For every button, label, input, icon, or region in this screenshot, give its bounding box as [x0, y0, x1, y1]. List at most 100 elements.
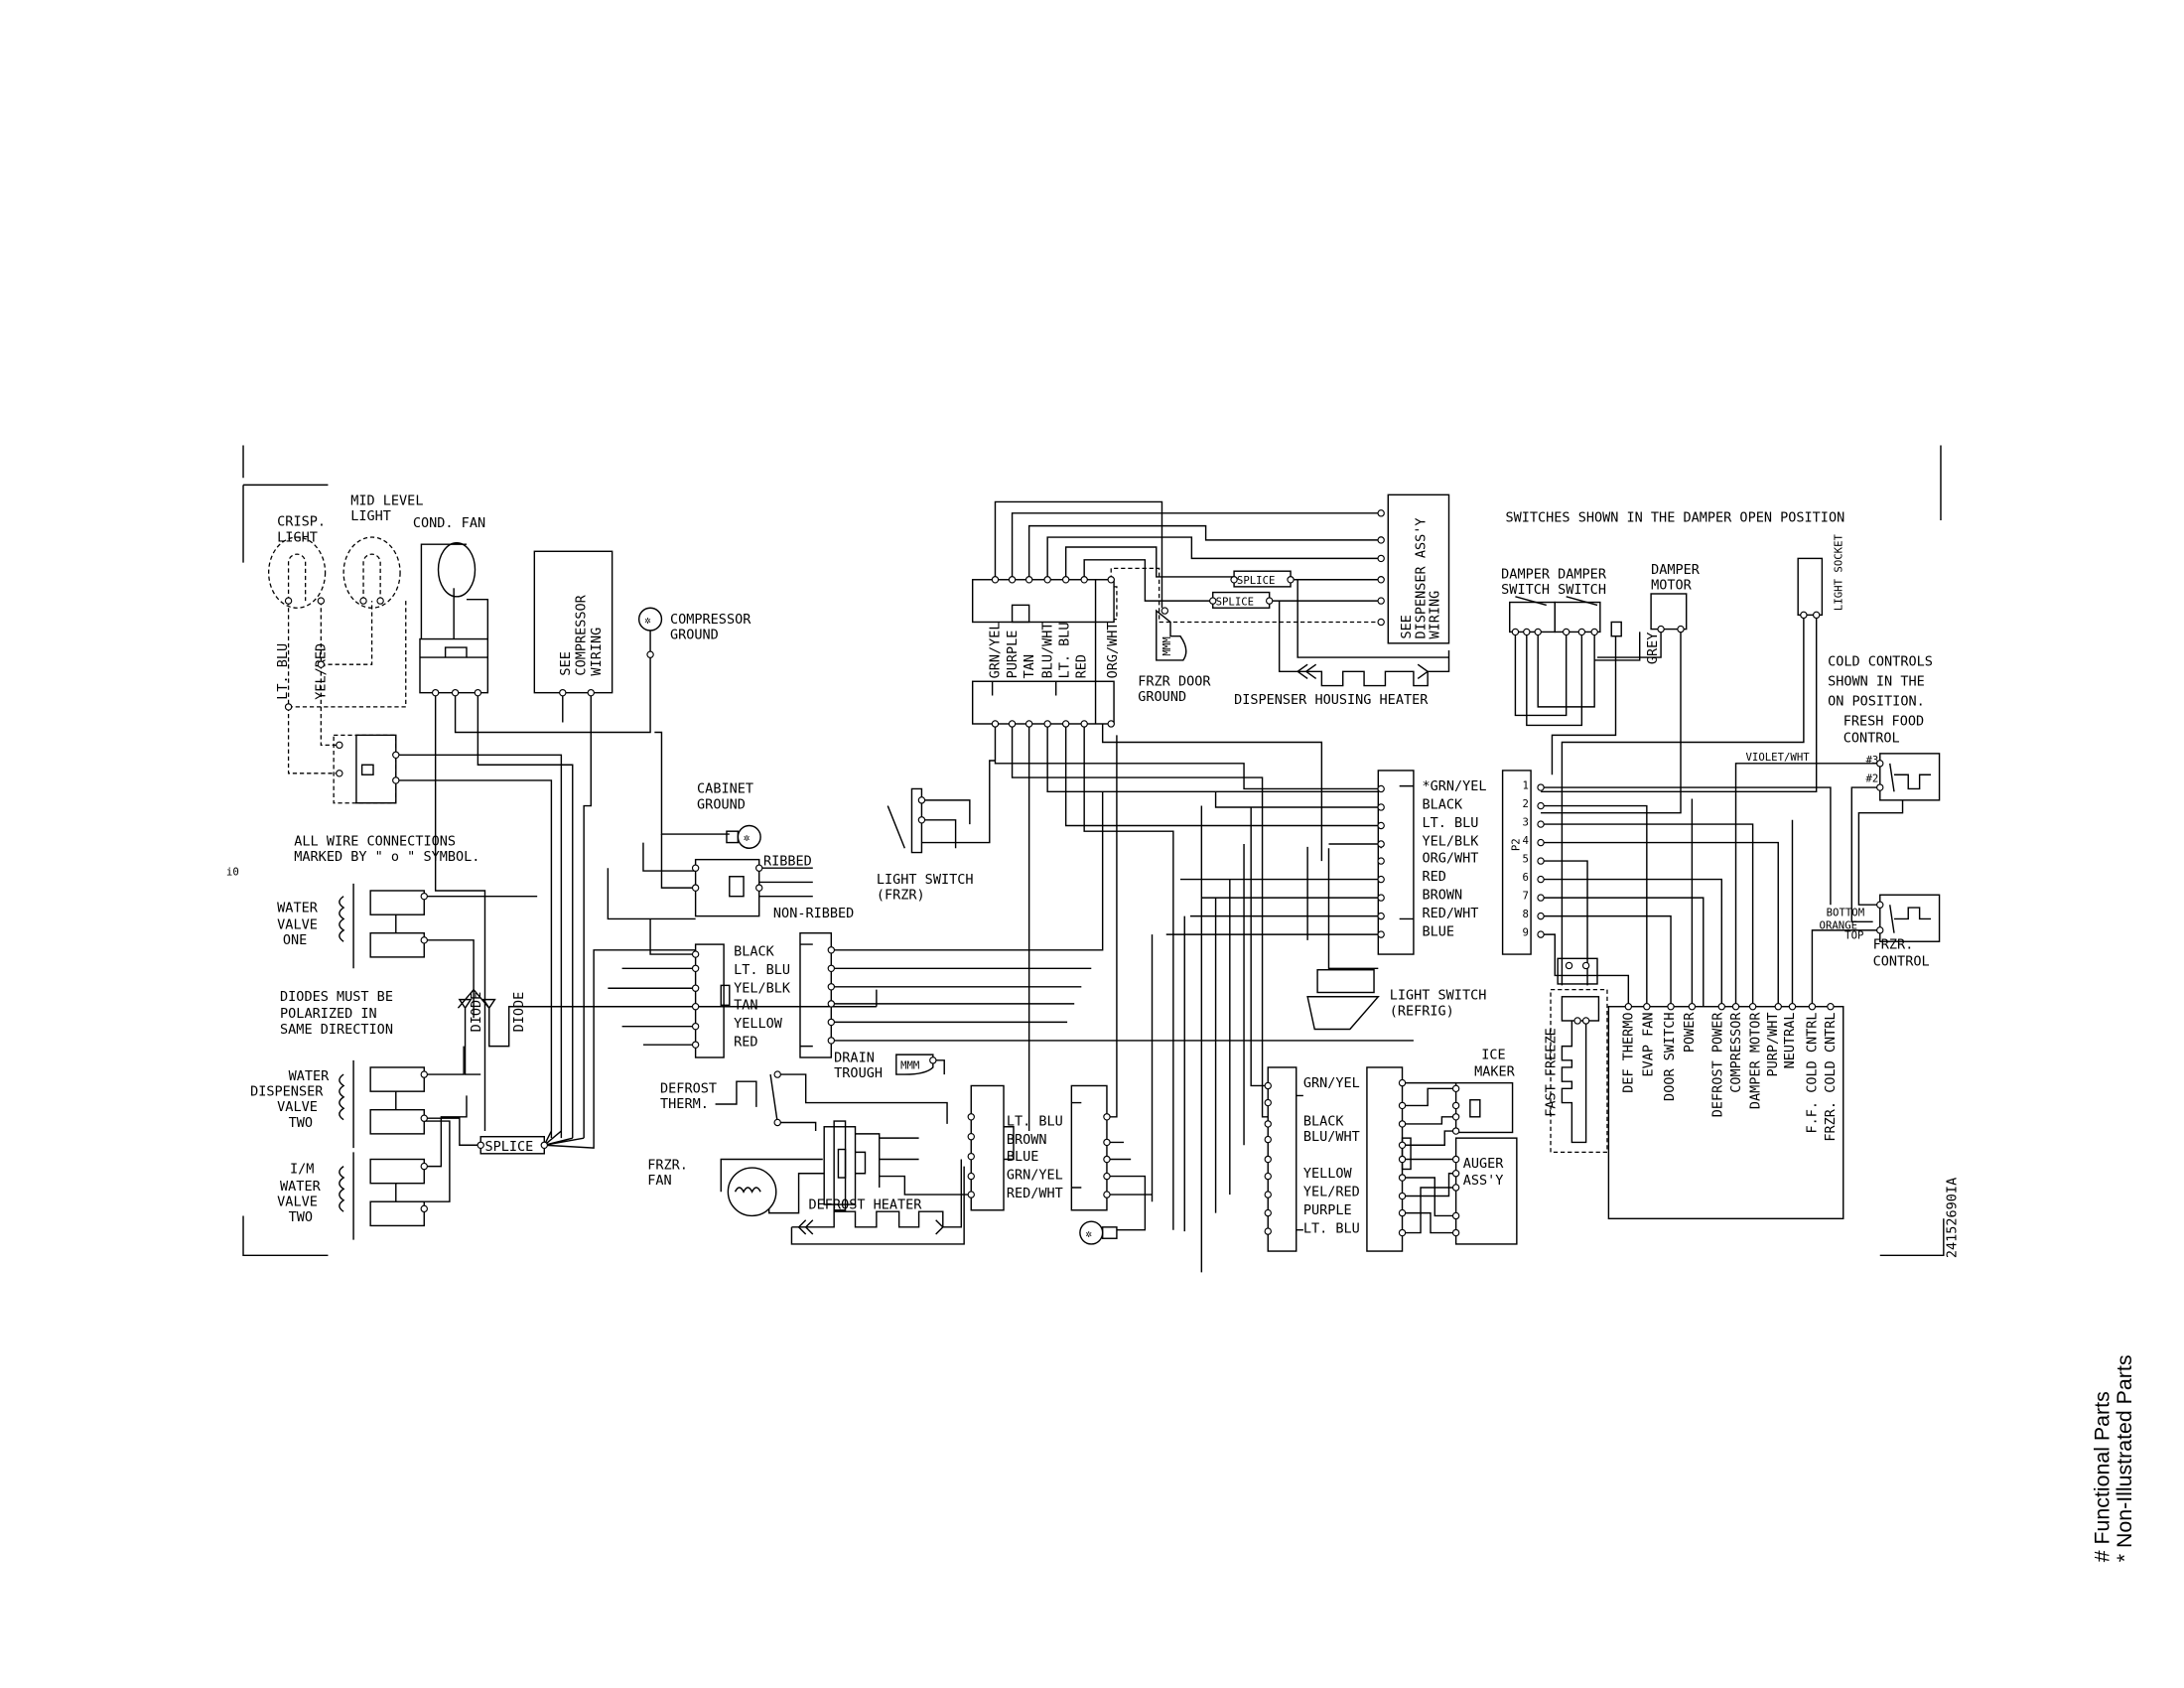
svg-text:SPLICE: SPLICE	[1216, 595, 1255, 608]
svg-text:GREY: GREY	[1645, 633, 1661, 665]
svg-text:ASS'Y: ASS'Y	[1463, 1173, 1504, 1189]
svg-text:AUGER: AUGER	[1463, 1156, 1505, 1172]
connection-dot	[1287, 576, 1295, 584]
svg-text:RED/WHT: RED/WHT	[1422, 906, 1478, 921]
svg-text:LIGHT: LIGHT	[350, 508, 391, 524]
connection-dot	[1209, 597, 1217, 605]
svg-text:(FRZR): (FRZR)	[877, 888, 925, 904]
auger-assy: AUGER ASS'Y	[1402, 1137, 1518, 1245]
svg-text:GRN/YEL: GRN/YEL	[988, 622, 1004, 678]
svg-text:DEFROST POWER: DEFROST POWER	[1709, 1012, 1725, 1118]
svg-text:MAKER: MAKER	[1474, 1064, 1516, 1080]
connection-dot	[1667, 1003, 1675, 1011]
light-switch-crisper	[333, 734, 397, 804]
note-connections-2: MARKED BY " o " SYMBOL.	[294, 849, 479, 865]
svg-text:RED/WHT: RED/WHT	[1007, 1186, 1063, 1201]
connection-dot	[1537, 783, 1545, 791]
connection-dot	[1717, 1003, 1725, 1011]
p2-connector: P2 1 2 3 4 5 6 7 8 9	[1501, 770, 1532, 955]
connection-dots	[284, 509, 1884, 1237]
connection-dot	[1080, 720, 1088, 728]
connection-dot	[336, 770, 343, 777]
svg-text:LT. BLU: LT. BLU	[1057, 622, 1073, 678]
connection-dot	[967, 1113, 975, 1121]
svg-text:POLARIZED IN: POLARIZED IN	[280, 1006, 377, 1022]
connection-dot	[1624, 1003, 1633, 1011]
svg-text:CONTROL: CONTROL	[1873, 953, 1930, 969]
connection-dot	[691, 1022, 700, 1031]
fast-freeze: FAST FREEZE	[1543, 957, 1608, 1154]
connection-dot	[1103, 1138, 1111, 1147]
svg-text:CRISP.: CRISP.	[277, 514, 326, 530]
connection-dot	[1800, 611, 1808, 620]
svg-text:LT. BLU: LT. BLU	[734, 962, 790, 978]
wire-label-lt-blu: LT. BLU	[275, 643, 291, 700]
svg-text:2: 2	[1523, 797, 1529, 810]
svg-text:EVAP FAN: EVAP FAN	[1641, 1012, 1657, 1076]
svg-text:NEUTRAL: NEUTRAL	[1782, 1012, 1798, 1068]
connection-dot	[1398, 1120, 1407, 1128]
connection-dot	[1377, 554, 1385, 563]
svg-text:DAMPER MOTOR: DAMPER MOTOR	[1748, 1012, 1764, 1110]
svg-text:6: 6	[1523, 871, 1529, 884]
svg-text:VIOLET/WHT: VIOLET/WHT	[1746, 751, 1811, 764]
connection-dot	[691, 864, 700, 872]
wire-label-yel-red: YEL/RED	[314, 643, 330, 700]
svg-text:ORG/WHT: ORG/WHT	[1422, 851, 1478, 867]
connection-dot	[1537, 820, 1545, 828]
svg-text:FRZR. COLD CNTRL: FRZR. COLD CNTRL	[1823, 1012, 1839, 1141]
svg-text:LT. BLU: LT. BLU	[1007, 1113, 1063, 1129]
connection-dot	[1827, 1003, 1835, 1011]
cold-controls-note: COLD CONTROLS SHOWN IN THE ON POSITION.	[1828, 654, 1933, 710]
connection-dot	[1377, 597, 1385, 605]
svg-text:BLU/WHT: BLU/WHT	[1039, 622, 1055, 678]
frzr-control: BOTTOM ORANGE TOP FRZR. CONTROL	[1811, 894, 1941, 1007]
connection-dot	[1265, 597, 1274, 605]
control-board: DEF THERMO EVAP FAN DOOR SWITCH POWER DE…	[1607, 1006, 1844, 1220]
connection-dot	[1451, 1084, 1460, 1093]
connection-dot	[1377, 894, 1385, 902]
svg-text:MOTOR: MOTOR	[1651, 578, 1693, 594]
connection-dot	[1590, 628, 1598, 636]
connection-dot	[1264, 1227, 1272, 1235]
svg-text:TWO: TWO	[289, 1115, 313, 1131]
svg-text:MMM: MMM	[1160, 636, 1173, 655]
svg-text:WATER: WATER	[277, 900, 319, 915]
connection-dot	[1451, 1228, 1460, 1237]
connection-dot	[1024, 576, 1033, 584]
frzr-door-ground: MMM FRZR DOOR GROUND	[1138, 609, 1211, 705]
svg-text:COND. FAN: COND. FAN	[413, 515, 485, 531]
svg-text:RED: RED	[1422, 869, 1445, 885]
connection-dot	[1731, 1003, 1740, 1011]
document-number: 24152690IA	[1945, 1178, 1961, 1258]
connection-dot	[1398, 1155, 1407, 1164]
svg-text:LIGHT SWITCH: LIGHT SWITCH	[877, 872, 974, 888]
connection-dot	[1061, 576, 1070, 584]
damper-switches: DAMPER DAMPER SWITCH SWITCH	[1501, 566, 1641, 727]
connection-dot	[1581, 961, 1590, 970]
connection-dot	[1008, 576, 1017, 584]
svg-text:BLUE: BLUE	[1007, 1149, 1039, 1165]
connection-dot	[1537, 912, 1545, 920]
svg-text:GROUND: GROUND	[1138, 689, 1186, 705]
connection-dot	[284, 597, 293, 605]
connection-dot	[451, 688, 460, 697]
connection-dot	[1398, 1208, 1407, 1217]
connection-dot	[991, 576, 1000, 584]
connection-dot	[376, 597, 384, 605]
connection-dot	[646, 650, 654, 658]
connection-dot	[420, 1114, 428, 1122]
svg-text:BLUE: BLUE	[1422, 924, 1454, 940]
damper-motor: DAMPER MOTOR GREY	[1541, 562, 1701, 814]
svg-text:1: 1	[1523, 778, 1529, 791]
connection-dot	[1377, 912, 1385, 920]
connection-dot	[587, 688, 595, 697]
svg-text:DEFROST: DEFROST	[660, 1081, 717, 1097]
connection-dot	[967, 1133, 975, 1141]
svg-text:4: 4	[1523, 834, 1529, 847]
cabinet-ground: CABINET GROUND ✲	[697, 781, 761, 849]
connection-dot	[1043, 576, 1051, 584]
svg-text:FRZR.: FRZR.	[1873, 936, 1914, 952]
connection-dot	[1398, 1141, 1407, 1149]
svg-text:WATER: WATER	[280, 1179, 322, 1195]
